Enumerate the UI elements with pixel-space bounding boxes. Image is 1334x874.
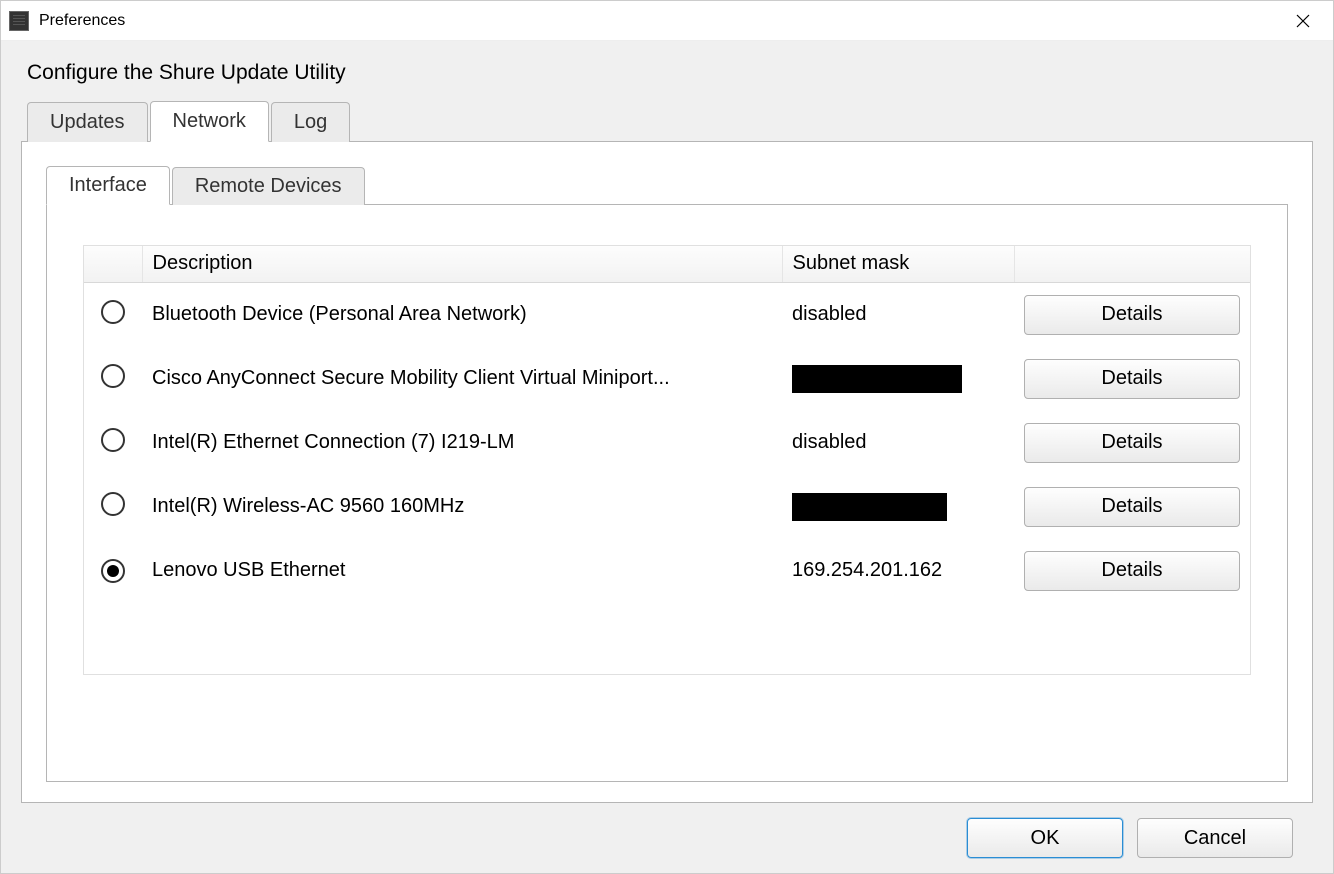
content-area: Configure the Shure Update Utility Updat… [1, 41, 1333, 873]
interface-subnet-mask: disabled [782, 411, 1014, 475]
column-header-description: Description [142, 246, 782, 282]
main-tabs: Updates Network Log [21, 101, 1313, 141]
interface-subnet-mask: disabled [782, 282, 1014, 347]
interface-row: Lenovo USB Ethernet169.254.201.162Detail… [84, 539, 1250, 603]
ok-button[interactable]: OK [967, 818, 1123, 858]
interface-radio[interactable] [101, 428, 125, 452]
radio-cell [84, 475, 142, 539]
details-cell: Details [1014, 282, 1250, 347]
details-cell: Details [1014, 539, 1250, 603]
cancel-button[interactable]: Cancel [1137, 818, 1293, 858]
details-button[interactable]: Details [1024, 487, 1240, 527]
close-button[interactable] [1280, 6, 1325, 36]
dialog-footer: OK Cancel [21, 803, 1313, 873]
interface-subnet-mask: 169.254.201.162 [782, 539, 1014, 603]
tab-interface[interactable]: Interface [46, 166, 170, 205]
network-panel: Interface Remote Devices Description Sub… [21, 141, 1313, 803]
details-button[interactable]: Details [1024, 359, 1240, 399]
interface-description: Intel(R) Wireless-AC 9560 160MHz [142, 475, 782, 539]
interface-description: Lenovo USB Ethernet [142, 539, 782, 603]
network-subtabs: Interface Remote Devices [46, 166, 1288, 204]
close-icon [1296, 14, 1310, 28]
interface-description: Cisco AnyConnect Secure Mobility Client … [142, 347, 782, 411]
details-cell: Details [1014, 411, 1250, 475]
details-button[interactable]: Details [1024, 551, 1240, 591]
redacted-value [792, 493, 947, 521]
interface-grid: Description Subnet mask Bluetooth Device… [83, 245, 1251, 675]
redacted-value [792, 365, 962, 393]
radio-cell [84, 282, 142, 347]
radio-cell [84, 539, 142, 603]
interface-description: Bluetooth Device (Personal Area Network) [142, 282, 782, 347]
interface-row: Intel(R) Ethernet Connection (7) I219-LM… [84, 411, 1250, 475]
preferences-dialog: Preferences Configure the Shure Update U… [0, 0, 1334, 874]
column-header-subnet-mask: Subnet mask [782, 246, 1014, 282]
details-cell: Details [1014, 475, 1250, 539]
tab-network[interactable]: Network [150, 101, 269, 142]
interface-row: Cisco AnyConnect Secure Mobility Client … [84, 347, 1250, 411]
interface-row: Bluetooth Device (Personal Area Network)… [84, 282, 1250, 347]
interface-description: Intel(R) Ethernet Connection (7) I219-LM [142, 411, 782, 475]
radio-cell [84, 411, 142, 475]
tab-log[interactable]: Log [271, 102, 350, 142]
tab-updates[interactable]: Updates [27, 102, 148, 142]
window-title: Preferences [39, 12, 1280, 30]
interface-radio[interactable] [101, 300, 125, 324]
column-header-select [84, 246, 142, 282]
details-button[interactable]: Details [1024, 423, 1240, 463]
interface-row: Intel(R) Wireless-AC 9560 160MHz Details [84, 475, 1250, 539]
interface-subnet-mask [782, 475, 1014, 539]
radio-cell [84, 347, 142, 411]
tab-remote-devices[interactable]: Remote Devices [172, 167, 365, 205]
radio-dot-icon [107, 565, 119, 577]
details-cell: Details [1014, 347, 1250, 411]
app-icon [9, 11, 29, 31]
titlebar: Preferences [1, 1, 1333, 41]
column-header-action [1014, 246, 1250, 282]
interface-subnet-mask [782, 347, 1014, 411]
interface-radio[interactable] [101, 492, 125, 516]
interface-radio[interactable] [101, 559, 125, 583]
page-heading: Configure the Shure Update Utility [21, 61, 1313, 85]
details-button[interactable]: Details [1024, 295, 1240, 335]
interface-radio[interactable] [101, 364, 125, 388]
interface-panel: Description Subnet mask Bluetooth Device… [46, 204, 1288, 782]
